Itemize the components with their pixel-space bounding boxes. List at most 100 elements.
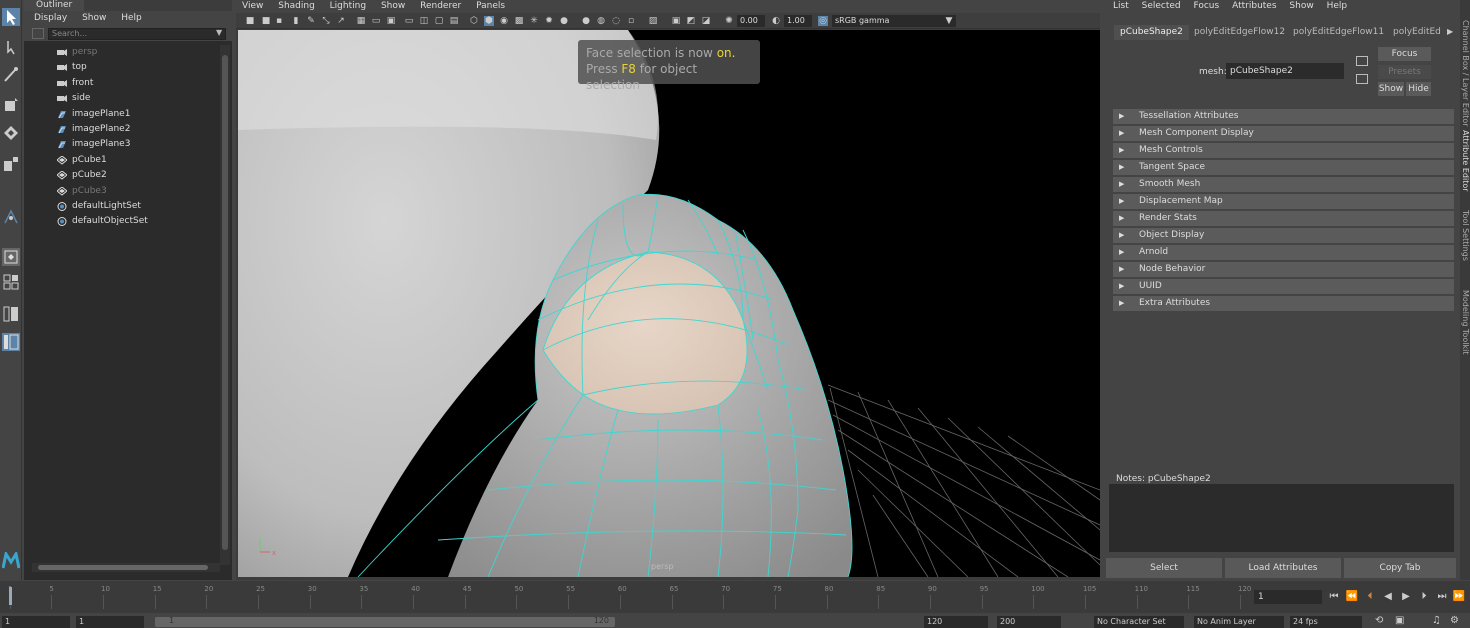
- side-tab-tool-settings[interactable]: Tool Settings: [1461, 210, 1470, 261]
- gate-mask-icon[interactable]: ▭: [404, 16, 414, 26]
- search-dropdown-icon[interactable]: ▼: [216, 28, 222, 37]
- outliner-hscrollbar[interactable]: [32, 563, 220, 572]
- step-back-key-icon[interactable]: ⏪: [1345, 590, 1359, 604]
- tabs-scroll-right-icon[interactable]: ▶: [1447, 27, 1453, 36]
- side-tab-attribute-editor[interactable]: Attribute Editor: [1461, 130, 1470, 192]
- tab-polyeditedgeflow10[interactable]: polyEditEd: [1387, 25, 1447, 40]
- outliner-item-side[interactable]: side: [24, 91, 220, 106]
- tab-pcubeshape2[interactable]: pCubeShape2: [1114, 25, 1189, 40]
- camera-select-icon[interactable]: ■: [245, 16, 255, 26]
- preferences-icon[interactable]: ⚙: [1450, 615, 1459, 626]
- outliner-tab[interactable]: Outliner: [24, 0, 85, 11]
- step-forward-frame-icon[interactable]: ⏵: [1417, 590, 1431, 604]
- film-gate-icon[interactable]: ▭: [371, 16, 381, 26]
- viewport-menu-show[interactable]: Show: [381, 1, 405, 11]
- shadows-icon[interactable]: ✹: [544, 16, 554, 26]
- layout-two-icon[interactable]: [2, 305, 20, 323]
- section-displacement-map[interactable]: Displacement Map: [1113, 194, 1454, 209]
- attr-menu-show[interactable]: Show: [1289, 1, 1313, 11]
- grid-icon[interactable]: ▦: [356, 16, 366, 26]
- notes-textarea[interactable]: [1109, 484, 1454, 552]
- tab-polyeditedgeflow12[interactable]: polyEditEdgeFlow12: [1188, 25, 1291, 40]
- play-forward-icon[interactable]: ▶: [1399, 590, 1413, 604]
- fps-dropdown[interactable]: 24 fps: [1290, 616, 1362, 628]
- anti-alias-icon[interactable]: ◍: [596, 16, 606, 26]
- step-back-frame-icon[interactable]: ⏴: [1363, 590, 1377, 604]
- xray-joints-icon[interactable]: ◩: [686, 16, 696, 26]
- paint-select-tool-icon[interactable]: [2, 66, 20, 84]
- image-plane-icon[interactable]: ▮: [291, 16, 301, 26]
- gamma-field[interactable]: 1.00: [784, 15, 812, 27]
- go-to-output-icon[interactable]: [1356, 74, 1368, 84]
- section-smooth-mesh[interactable]: Smooth Mesh: [1113, 177, 1454, 192]
- outliner-item-persp[interactable]: persp: [24, 45, 220, 60]
- outliner-item-front[interactable]: front: [24, 76, 220, 91]
- select-tool-icon[interactable]: [2, 8, 20, 26]
- audio-icon[interactable]: ♫: [1432, 615, 1441, 626]
- snap-icon[interactable]: ↗: [336, 16, 346, 26]
- exposure-icon[interactable]: ✺: [724, 16, 734, 26]
- field-chart-icon[interactable]: ◫: [419, 16, 429, 26]
- viewport-menu-lighting[interactable]: Lighting: [330, 1, 366, 11]
- lights-icon[interactable]: ✳: [529, 16, 539, 26]
- range-slider[interactable]: 1 120: [155, 616, 615, 627]
- outliner-item-pcube1[interactable]: pCube1: [24, 153, 220, 168]
- step-forward-key-icon[interactable]: ⏩: [1452, 590, 1466, 604]
- playback-start-field[interactable]: 1: [76, 616, 144, 628]
- go-to-end-icon[interactable]: ⏭: [1435, 590, 1449, 604]
- xray-active-icon[interactable]: ▣: [671, 16, 681, 26]
- soft-mod-tool-icon[interactable]: [2, 208, 20, 226]
- safe-action-icon[interactable]: ▢: [434, 16, 444, 26]
- section-node-behavior[interactable]: Node Behavior: [1113, 262, 1454, 277]
- outliner-item-pcube3[interactable]: pCube3: [24, 184, 220, 199]
- outliner-menu-display[interactable]: Display: [34, 13, 67, 23]
- section-extra-attributes[interactable]: Extra Attributes: [1113, 296, 1454, 311]
- viewport-menu-panels[interactable]: Panels: [476, 1, 505, 11]
- outliner-menu-help[interactable]: Help: [121, 13, 142, 23]
- go-to-input-icon[interactable]: [1356, 56, 1368, 66]
- outliner-item-imageplane3[interactable]: imagePlane3: [24, 137, 220, 152]
- load-attributes-button[interactable]: Load Attributes: [1225, 558, 1341, 578]
- outliner-item-defaultlightset[interactable]: defaultLightSet: [24, 199, 220, 214]
- outliner-vscrollbar[interactable]: [220, 45, 230, 565]
- viewport-menu-renderer[interactable]: Renderer: [420, 1, 461, 11]
- hide-button[interactable]: Hide: [1406, 82, 1431, 96]
- motion-blur-icon[interactable]: ●: [581, 16, 591, 26]
- outliner-item-top[interactable]: top: [24, 60, 220, 75]
- layout-four-icon[interactable]: [2, 273, 20, 291]
- select-button[interactable]: Select: [1106, 558, 1222, 578]
- camera-attrs-icon[interactable]: ■: [261, 16, 271, 26]
- layout-single-icon[interactable]: [2, 248, 20, 266]
- anim-layer-dropdown[interactable]: No Anim Layer: [1194, 616, 1284, 628]
- tab-polyeditedgeflow11[interactable]: polyEditEdgeFlow11: [1287, 25, 1390, 40]
- side-tab-channel-box[interactable]: Channel Box / Layer Editor: [1461, 20, 1470, 127]
- viewport-scene[interactable]: x Face selection is now on. Press F8 for…: [238, 30, 1100, 577]
- attr-menu-selected[interactable]: Selected: [1142, 1, 1181, 11]
- filter-icon[interactable]: [32, 28, 44, 39]
- color-space-dropdown[interactable]: sRGB gamma: [832, 15, 956, 27]
- end-time-field[interactable]: 200: [997, 616, 1061, 628]
- isolate-select-icon[interactable]: ▫: [626, 16, 636, 26]
- screen-space-ao-icon[interactable]: ●: [559, 16, 569, 26]
- outliner-item-defaultobjectset[interactable]: defaultObjectSet: [24, 214, 220, 229]
- layout-outliner-icon[interactable]: [2, 333, 20, 351]
- section-mesh-controls[interactable]: Mesh Controls: [1113, 143, 1454, 158]
- section-tessellation-attributes[interactable]: Tessellation Attributes: [1113, 109, 1454, 124]
- resolution-gate-icon[interactable]: ▣: [386, 16, 396, 26]
- presets-button[interactable]: Presets: [1378, 65, 1431, 79]
- outliner-item-imageplane1[interactable]: imagePlane1: [24, 107, 220, 122]
- depth-of-field-icon[interactable]: ◌: [611, 16, 621, 26]
- show-button[interactable]: Show: [1378, 82, 1404, 96]
- xray-icon[interactable]: ▨: [648, 16, 658, 26]
- viewport-menu-shading[interactable]: Shading: [278, 1, 315, 11]
- rotate-tool-icon[interactable]: [2, 124, 20, 142]
- lasso-tool-icon[interactable]: [2, 38, 20, 56]
- current-frame-field[interactable]: 1: [1254, 590, 1322, 604]
- wireframe-icon[interactable]: ⬡: [469, 16, 479, 26]
- outliner-menu-show[interactable]: Show: [82, 13, 106, 23]
- attr-menu-list[interactable]: List: [1113, 1, 1129, 11]
- time-slider[interactable]: 1510152025303540455055606570758085909510…: [0, 581, 1470, 613]
- gamma-icon[interactable]: ◐: [771, 16, 781, 26]
- attr-menu-attributes[interactable]: Attributes: [1232, 1, 1276, 11]
- color-management-icon[interactable]: ◎: [818, 16, 828, 26]
